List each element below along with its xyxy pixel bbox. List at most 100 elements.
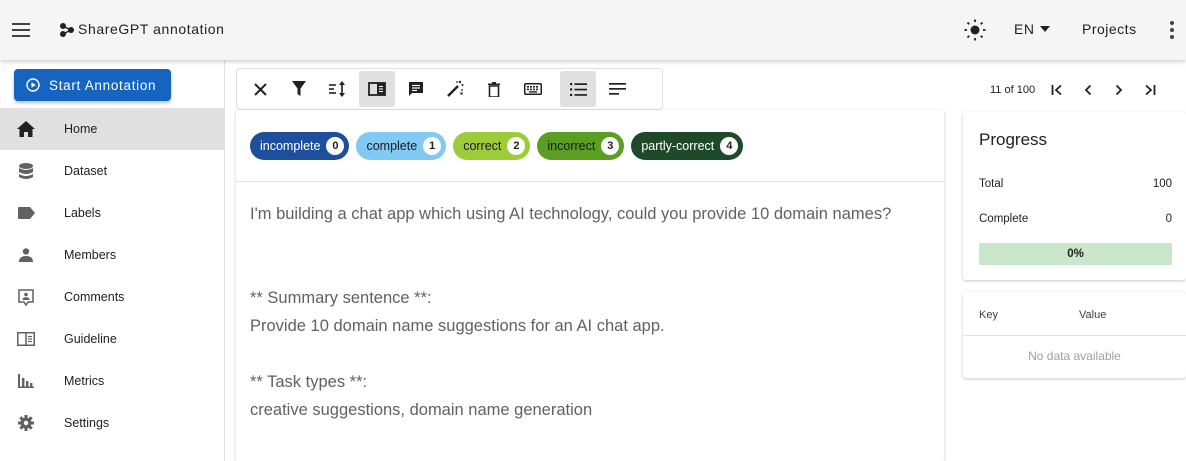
auto-fix-icon [447,80,464,97]
chevron-right-icon [1115,84,1123,96]
database-icon [17,162,35,180]
chip-label: complete [366,139,418,153]
gear-icon [17,414,35,432]
sort-button[interactable] [320,71,356,107]
sidebar-item-dataset[interactable]: Dataset [0,150,224,192]
label-chip-incorrect[interactable]: incorrect 3 [537,132,625,160]
projects-button[interactable]: Projects [1082,21,1137,37]
question-text: I'm building a chat app which using AI t… [250,205,892,223]
progress-title: Progress [979,130,1048,149]
hamburger-menu-icon[interactable] [9,18,33,42]
first-page-icon [1051,84,1062,96]
sidebar-item-guideline[interactable]: Guideline [0,318,224,360]
task-types-text: creative suggestions, domain name genera… [250,401,593,419]
more-vert-icon[interactable] [1160,18,1184,42]
keyboard-shortcuts-button[interactable] [515,71,551,107]
book-open-icon [17,330,35,348]
filter-icon [292,81,306,96]
table-header: Key Value [963,292,1186,336]
task-types-heading: ** Task types **: [250,373,368,391]
sidebar-item-home[interactable]: Home [0,108,224,150]
list-view-button[interactable] [560,71,596,107]
auto-labeling-button[interactable] [437,71,473,107]
filter-button[interactable] [281,71,317,107]
key-column-header[interactable]: Key [979,309,998,321]
pagination: 11 of 100 [990,80,1169,100]
app-bar: ShareGPT annotation EN Projects [0,0,1186,60]
keyboard-icon [524,83,542,95]
sidebar-item-label: Guideline [64,332,117,346]
sidebar-item-metrics[interactable]: Metrics [0,360,224,402]
close-icon [253,82,267,96]
chip-label: incomplete [260,139,321,153]
sidebar-nav: Home Dataset Labels Members Comments Gui… [0,108,224,444]
sidebar-item-label: Labels [64,206,101,220]
label-chip-partly-correct[interactable]: partly-correct 4 [631,132,744,160]
delete-icon [488,81,500,97]
language-label: EN [1014,21,1035,37]
chip-label: correct [463,139,502,153]
chip-shortcut-key: 0 [326,137,345,155]
last-page-icon [1145,84,1156,96]
divider [236,181,944,182]
sidebar-item-comments[interactable]: Comments [0,276,224,318]
label-chip-complete[interactable]: complete 1 [356,132,447,160]
chevron-left-icon [1084,84,1092,96]
first-page-button[interactable] [1045,80,1069,100]
empty-state-text: No data available [1028,349,1121,363]
app-logo-icon [59,22,75,38]
annotation-card: incomplete 0 complete 1 correct 2 incorr… [236,110,944,461]
sidebar-item-settings[interactable]: Settings [0,402,224,444]
play-circle-icon [26,78,40,92]
comment-icon [409,82,423,96]
comment-account-icon [17,288,35,306]
value-column-header[interactable]: Value [1079,309,1106,321]
comment-button[interactable] [398,71,434,107]
previous-page-button[interactable] [1076,80,1100,100]
metadata-table: Key Value No data available [963,292,1186,378]
home-icon [17,120,35,138]
total-value: 100 [1152,178,1172,190]
document-text: I'm building a chat app which using AI t… [250,200,910,424]
summary-text: Provide 10 domain name suggestions for a… [250,317,665,335]
chevron-down-icon [1040,26,1051,32]
app-title[interactable]: ShareGPT annotation [78,21,225,37]
guideline-toggle-button[interactable] [359,71,395,107]
chip-shortcut-key: 4 [720,137,739,155]
chip-shortcut-key: 2 [507,137,526,155]
label-chip-correct[interactable]: correct 2 [453,132,531,160]
delete-button[interactable] [476,71,512,107]
progress-percent: 0% [1067,248,1084,260]
progress-card: Progress Total 100 Complete 0 0% [963,112,1186,280]
sidebar-item-label: Comments [64,290,125,304]
language-selector[interactable]: EN [1014,21,1051,37]
chip-label: partly-correct [641,139,715,153]
annotation-toolbar [236,68,663,110]
label-chips: incomplete 0 complete 1 correct 2 incorr… [250,132,744,160]
sidebar-item-label: Members [64,248,117,262]
person-icon [17,246,35,264]
sidebar-item-label: Settings [64,416,110,430]
progress-total-row: Total 100 [979,178,1172,190]
sort-icon [329,81,345,97]
sidebar: Start Annotation Home Dataset Labels Mem… [0,60,225,461]
sidebar-item-members[interactable]: Members [0,234,224,276]
list-view-icon [569,82,587,96]
page-indicator: 11 of 100 [990,84,1036,96]
chip-shortcut-key: 1 [423,137,442,155]
sidebar-item-labels[interactable]: Labels [0,192,224,234]
start-annotation-button[interactable]: Start Annotation [14,69,171,101]
next-page-button[interactable] [1107,80,1131,100]
sidebar-item-label: Home [64,122,98,136]
bar-chart-icon [17,372,35,390]
close-button[interactable] [242,71,278,107]
text-view-button[interactable] [599,71,635,107]
chip-shortcut-key: 3 [601,137,620,155]
sidebar-item-label: Metrics [64,374,105,388]
summary-heading: ** Summary sentence **: [250,289,432,307]
theme-toggle-icon[interactable] [963,18,987,42]
last-page-button[interactable] [1138,80,1162,100]
start-annotation-label: Start Annotation [49,77,157,93]
chip-label: incorrect [547,139,596,153]
label-chip-incomplete[interactable]: incomplete 0 [250,132,350,160]
